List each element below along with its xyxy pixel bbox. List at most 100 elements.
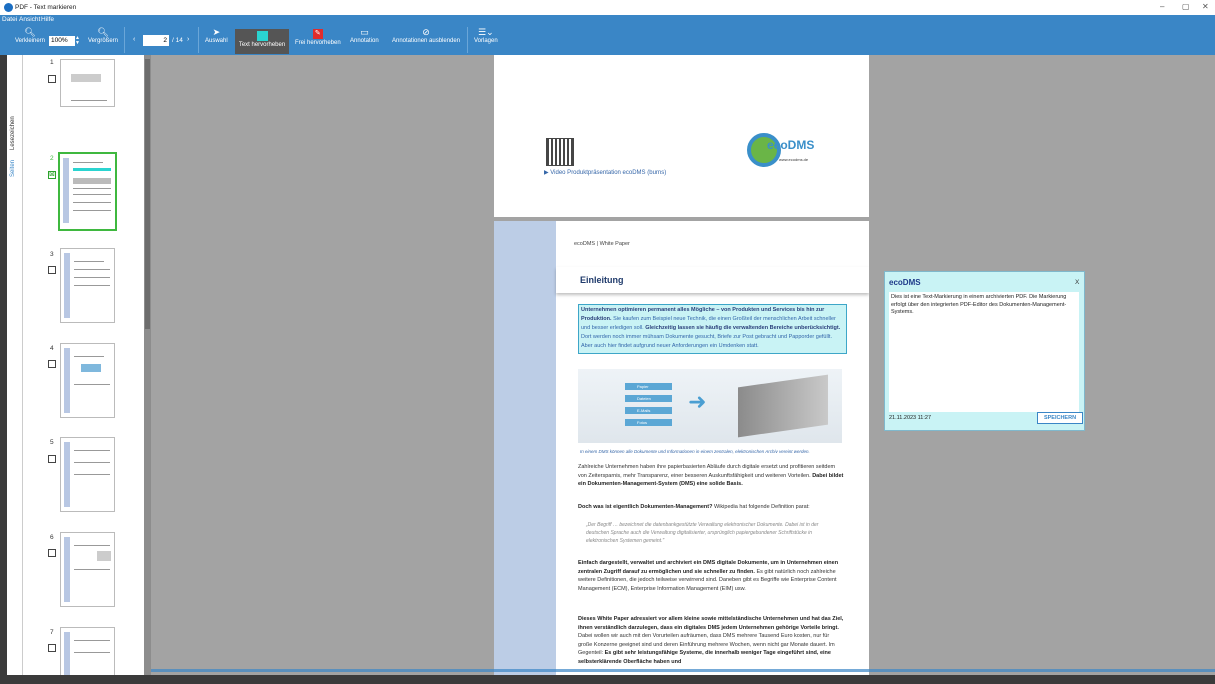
cursor-icon: ➤ xyxy=(212,27,221,37)
thumb-checkbox[interactable] xyxy=(48,360,56,368)
annotation-button[interactable]: ▭ Annotation xyxy=(350,27,379,44)
note-icon: ▭ xyxy=(360,27,369,37)
page-number-input[interactable]: 2 xyxy=(143,35,169,46)
thumb-checkbox[interactable] xyxy=(48,75,56,83)
zoom-input[interactable]: 100% xyxy=(49,36,75,46)
page-side-decoration xyxy=(494,221,556,675)
section-title-bar: Einleitung xyxy=(556,267,869,293)
horizontal-scrollbar[interactable] xyxy=(151,669,1215,672)
zoom-in-icon: 🔍︎ xyxy=(97,27,109,37)
text-highlight-annotation[interactable]: Unternehmen optimieren permanent alles M… xyxy=(578,304,847,354)
tab-bookmarks[interactable]: Lesezeichen xyxy=(10,116,16,150)
thumbnail-scrollbar[interactable] xyxy=(144,55,151,675)
dms-illustration: Papier Dateien E-Mails Fotos ➜ xyxy=(578,369,842,443)
thumb-checkbox[interactable] xyxy=(48,266,56,274)
text-highlight-label: Text hervorheben xyxy=(238,42,286,48)
thumbnail-page-6[interactable] xyxy=(60,532,115,607)
thumb-number: 1 xyxy=(50,59,54,66)
status-bar xyxy=(0,675,1215,684)
save-button[interactable]: SPEICHERN xyxy=(1037,412,1083,424)
scrollbar-thumb[interactable] xyxy=(145,59,150,329)
menu-hilfe[interactable]: Hilfe xyxy=(41,16,54,23)
menu-datei[interactable]: Datei xyxy=(2,16,17,23)
thumb-number: 2 xyxy=(50,155,54,162)
zoom-spinner[interactable]: ▲ ▼ xyxy=(75,36,80,46)
tab-pages[interactable]: Seiten xyxy=(10,160,16,177)
pdf-page-1: ▶ Video Produktpräsentation ecoDMS (burn… xyxy=(494,55,869,217)
logo-url: www.ecodms.de xyxy=(779,157,809,162)
templates-label: Vorlagen xyxy=(474,38,498,44)
toolbar-divider xyxy=(467,27,468,53)
hide-annotations-label: Annotationen ausblenden xyxy=(392,38,461,44)
filing-cabinet-graphic xyxy=(738,374,828,438)
popup-close-button[interactable]: X xyxy=(1075,279,1079,286)
ribbon-toolbar: Datei Ansicht Hilfe 🔍︎ Verkleinern 100% … xyxy=(0,15,1215,55)
thumb-checkbox-checked[interactable]: ⊠ xyxy=(48,171,56,179)
toolbar-divider xyxy=(124,27,125,53)
thumbnail-page-5[interactable] xyxy=(60,437,115,512)
thumb-checkbox[interactable] xyxy=(48,549,56,557)
viewer-scrollbar[interactable] xyxy=(1210,55,1215,675)
title-bar: PDF - Text markieren – ▢ ✕ xyxy=(0,0,1215,15)
toolbar-divider xyxy=(198,27,199,53)
section-title: Einleitung xyxy=(580,275,624,285)
thumb-checkbox[interactable] xyxy=(48,455,56,463)
thumbnail-page-7[interactable] xyxy=(60,627,115,675)
paragraph-bold: Doch was ist eigentlich Dokumenten-Manag… xyxy=(578,504,713,510)
free-highlight-label: Frei hervorheben xyxy=(295,40,341,46)
hide-annotations-button[interactable]: ⊘ Annotationen ausblenden xyxy=(392,27,460,44)
thumbnail-page-3[interactable] xyxy=(60,248,115,323)
annotation-date: 21.11.2023 11:27 xyxy=(889,415,932,421)
templates-button[interactable]: ☰⌄ Vorlagen xyxy=(474,27,498,44)
highlight-bold-2: Gleichzeitig lassen sie häufig die verwa… xyxy=(643,325,841,331)
app-window: PDF - Text markieren – ▢ ✕ Datei Ansicht… xyxy=(0,0,1215,684)
zoom-out-button[interactable]: 🔍︎ Verkleinern xyxy=(15,27,45,44)
close-button[interactable]: ✕ xyxy=(1202,2,1209,11)
graphic-label: E-Mails xyxy=(625,407,672,414)
window-title: PDF - Text markieren xyxy=(15,4,77,11)
free-highlight-button[interactable]: ✎ Frei hervorheben xyxy=(295,29,341,46)
menu-ansicht[interactable]: Ansicht xyxy=(19,16,40,23)
zoom-out-icon: 🔍︎ xyxy=(24,27,36,37)
thumbnail-panel: 1 2 ⊠ 3 4 5 6 7 xyxy=(23,55,144,675)
select-button[interactable]: ➤ Auswahl xyxy=(205,27,228,44)
thumb-number: 5 xyxy=(50,439,54,446)
thumb-number: 3 xyxy=(50,251,54,258)
thumb-checkbox[interactable] xyxy=(48,644,56,652)
paragraph: Einfach dargestellt, verwaltet und archi… xyxy=(578,559,844,593)
paragraph-bold: Dieses White Paper adressiert vor allem … xyxy=(578,616,844,631)
video-link[interactable]: ▶ Video Produktpräsentation ecoDMS (burn… xyxy=(544,169,666,176)
paragraph: Dieses White Paper adressiert vor allem … xyxy=(578,615,844,666)
page-total: / 14 xyxy=(172,37,183,44)
thumbnail-page-2[interactable] xyxy=(58,152,117,231)
left-dark-strip xyxy=(0,55,7,684)
annotation-text-area[interactable]: Dies ist eine Text-Markierung in einem a… xyxy=(889,292,1079,412)
annotation-label: Annotation xyxy=(350,38,379,44)
text-highlight-button[interactable]: Text hervorheben xyxy=(235,29,289,54)
maximize-button[interactable]: ▢ xyxy=(1182,2,1190,11)
zoom-in-button[interactable]: 🔍︎ Vergrößern xyxy=(88,27,118,44)
definition-quote: „Der Begriff … bezeichnet die datenbankg… xyxy=(586,522,819,544)
paragraph-text: Wikipedia hat folgende Definition parat: xyxy=(712,504,810,510)
prev-page-button[interactable]: ‹ xyxy=(133,36,135,43)
sidebar-tabs: Lesezeichen Seiten xyxy=(7,55,23,675)
thumbnail-page-1[interactable] xyxy=(60,59,115,107)
annotation-popup: ecoDMS X Dies ist eine Text-Markierung i… xyxy=(884,271,1085,431)
ecodms-logo: ecoDMS www.ecodms.de xyxy=(747,133,814,167)
thumb-number: 4 xyxy=(50,345,54,352)
highlighter-icon xyxy=(256,31,268,41)
highlight-text-2: Dort werden noch immer mühsam Dokumente … xyxy=(581,334,832,349)
logo-text: ecoDMS xyxy=(767,138,815,152)
minimize-button[interactable]: – xyxy=(1160,2,1164,11)
popup-title: ecoDMS xyxy=(889,278,921,287)
paragraph-text: Zahlreiche Unternehmen haben ihre papier… xyxy=(578,464,836,479)
graphic-label: Fotos xyxy=(625,419,672,426)
next-page-button[interactable]: › xyxy=(187,36,189,43)
thumbnail-page-4[interactable] xyxy=(60,343,115,418)
graphic-label: Dateien xyxy=(625,395,672,402)
page-header: ecoDMS | White Paper xyxy=(574,241,630,247)
thumb-number: 6 xyxy=(50,534,54,541)
qr-code xyxy=(546,138,574,166)
thumb-number: 7 xyxy=(50,629,54,636)
graphic-label: Papier xyxy=(625,383,672,390)
